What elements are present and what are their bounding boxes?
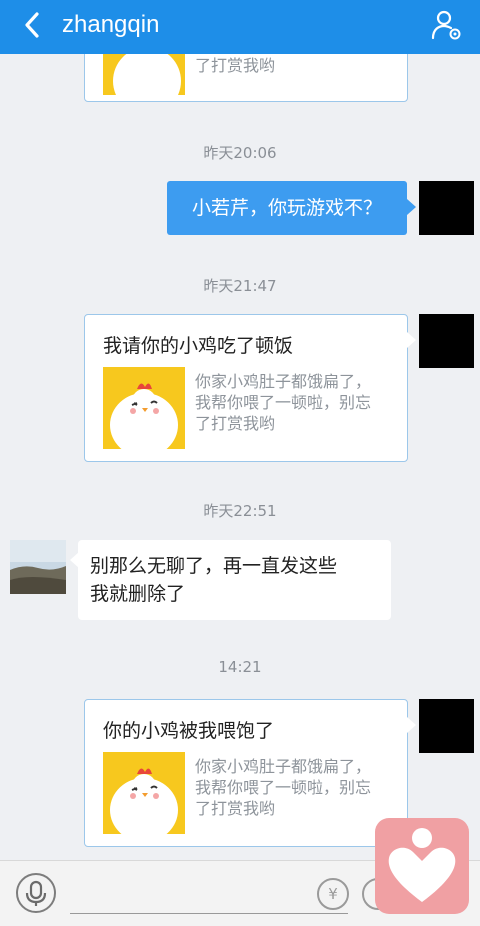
- message-card-partial[interactable]: 了打赏我哟: [84, 54, 408, 102]
- heart-app-badge[interactable]: [375, 818, 469, 914]
- top-bar: zhangqin: [0, 0, 480, 54]
- bubble-tail: [407, 199, 416, 215]
- timestamp: 昨天21:47: [203, 277, 277, 295]
- card-desc-line: 我帮你喂了一顿啦，别忘: [195, 393, 372, 412]
- microphone-icon[interactable]: [16, 873, 56, 913]
- card-desc-line: 你家小鸡肚子都饿扁了，: [195, 757, 372, 776]
- contact-avatar[interactable]: [10, 540, 66, 594]
- chick-icon: [103, 367, 185, 449]
- message-card-chick-fed[interactable]: 你的小鸡被我喂饱了 你家小鸡肚子都饿扁了， 我帮你喂了一顿啦，别忘 了打赏我哟: [84, 699, 408, 847]
- timestamp: 昨天20:06: [203, 144, 277, 162]
- chick-icon: [103, 54, 185, 95]
- incoming-message-bubble[interactable]: 别那么无聊了，再一直发这些 我就删除了: [78, 540, 391, 620]
- card-desc-line: 我帮你喂了一顿啦，别忘: [195, 778, 372, 797]
- message-input[interactable]: [70, 913, 348, 914]
- timestamp: 昨天22:51: [203, 502, 277, 520]
- avatar[interactable]: [419, 699, 474, 753]
- card-desc-line: 你家小鸡肚子都饿扁了，: [195, 372, 372, 391]
- card-desc-line: 了打赏我哟: [195, 799, 276, 818]
- message-card-feed-chick[interactable]: 我请你的小鸡吃了顿饭 你家小鸡肚子都饿扁了， 我帮你喂了一顿啦，别忘 了打赏我哟: [84, 314, 408, 462]
- yen-icon[interactable]: ¥: [317, 878, 349, 910]
- heart-icon: [388, 828, 456, 902]
- chat-area[interactable]: 了打赏我哟 昨天20:06 小若芹，你玩游戏不？ 昨天21:47 我请你的小鸡吃…: [0, 54, 480, 860]
- avatar[interactable]: [419, 314, 474, 368]
- profile-settings-icon[interactable]: [430, 8, 464, 42]
- message-line: 别那么无聊了，再一直发这些: [90, 555, 338, 577]
- card-title: 你的小鸡被我喂饱了: [103, 720, 275, 742]
- message-line: 我就删除了: [90, 583, 186, 605]
- bubble-tail: [407, 332, 416, 348]
- card-desc: 你家小鸡肚子都饿扁了， 我帮你喂了一顿啦，别忘 了打赏我哟: [195, 756, 385, 819]
- bubble-tail: [407, 717, 416, 733]
- timestamp: 14:21: [218, 658, 262, 676]
- avatar[interactable]: [419, 181, 474, 235]
- chick-icon: [103, 752, 185, 834]
- chat-title: zhangqin: [62, 11, 160, 38]
- card-desc-line: 了打赏我哟: [195, 414, 276, 433]
- outgoing-message-bubble[interactable]: 小若芹，你玩游戏不？: [167, 181, 407, 235]
- card-desc: 你家小鸡肚子都饿扁了， 我帮你喂了一顿啦，别忘 了打赏我哟: [195, 371, 385, 434]
- back-arrow-icon[interactable]: [18, 10, 48, 40]
- card-desc-line: 了打赏我哟: [195, 56, 276, 75]
- card-title: 我请你的小鸡吃了顿饭: [103, 335, 294, 357]
